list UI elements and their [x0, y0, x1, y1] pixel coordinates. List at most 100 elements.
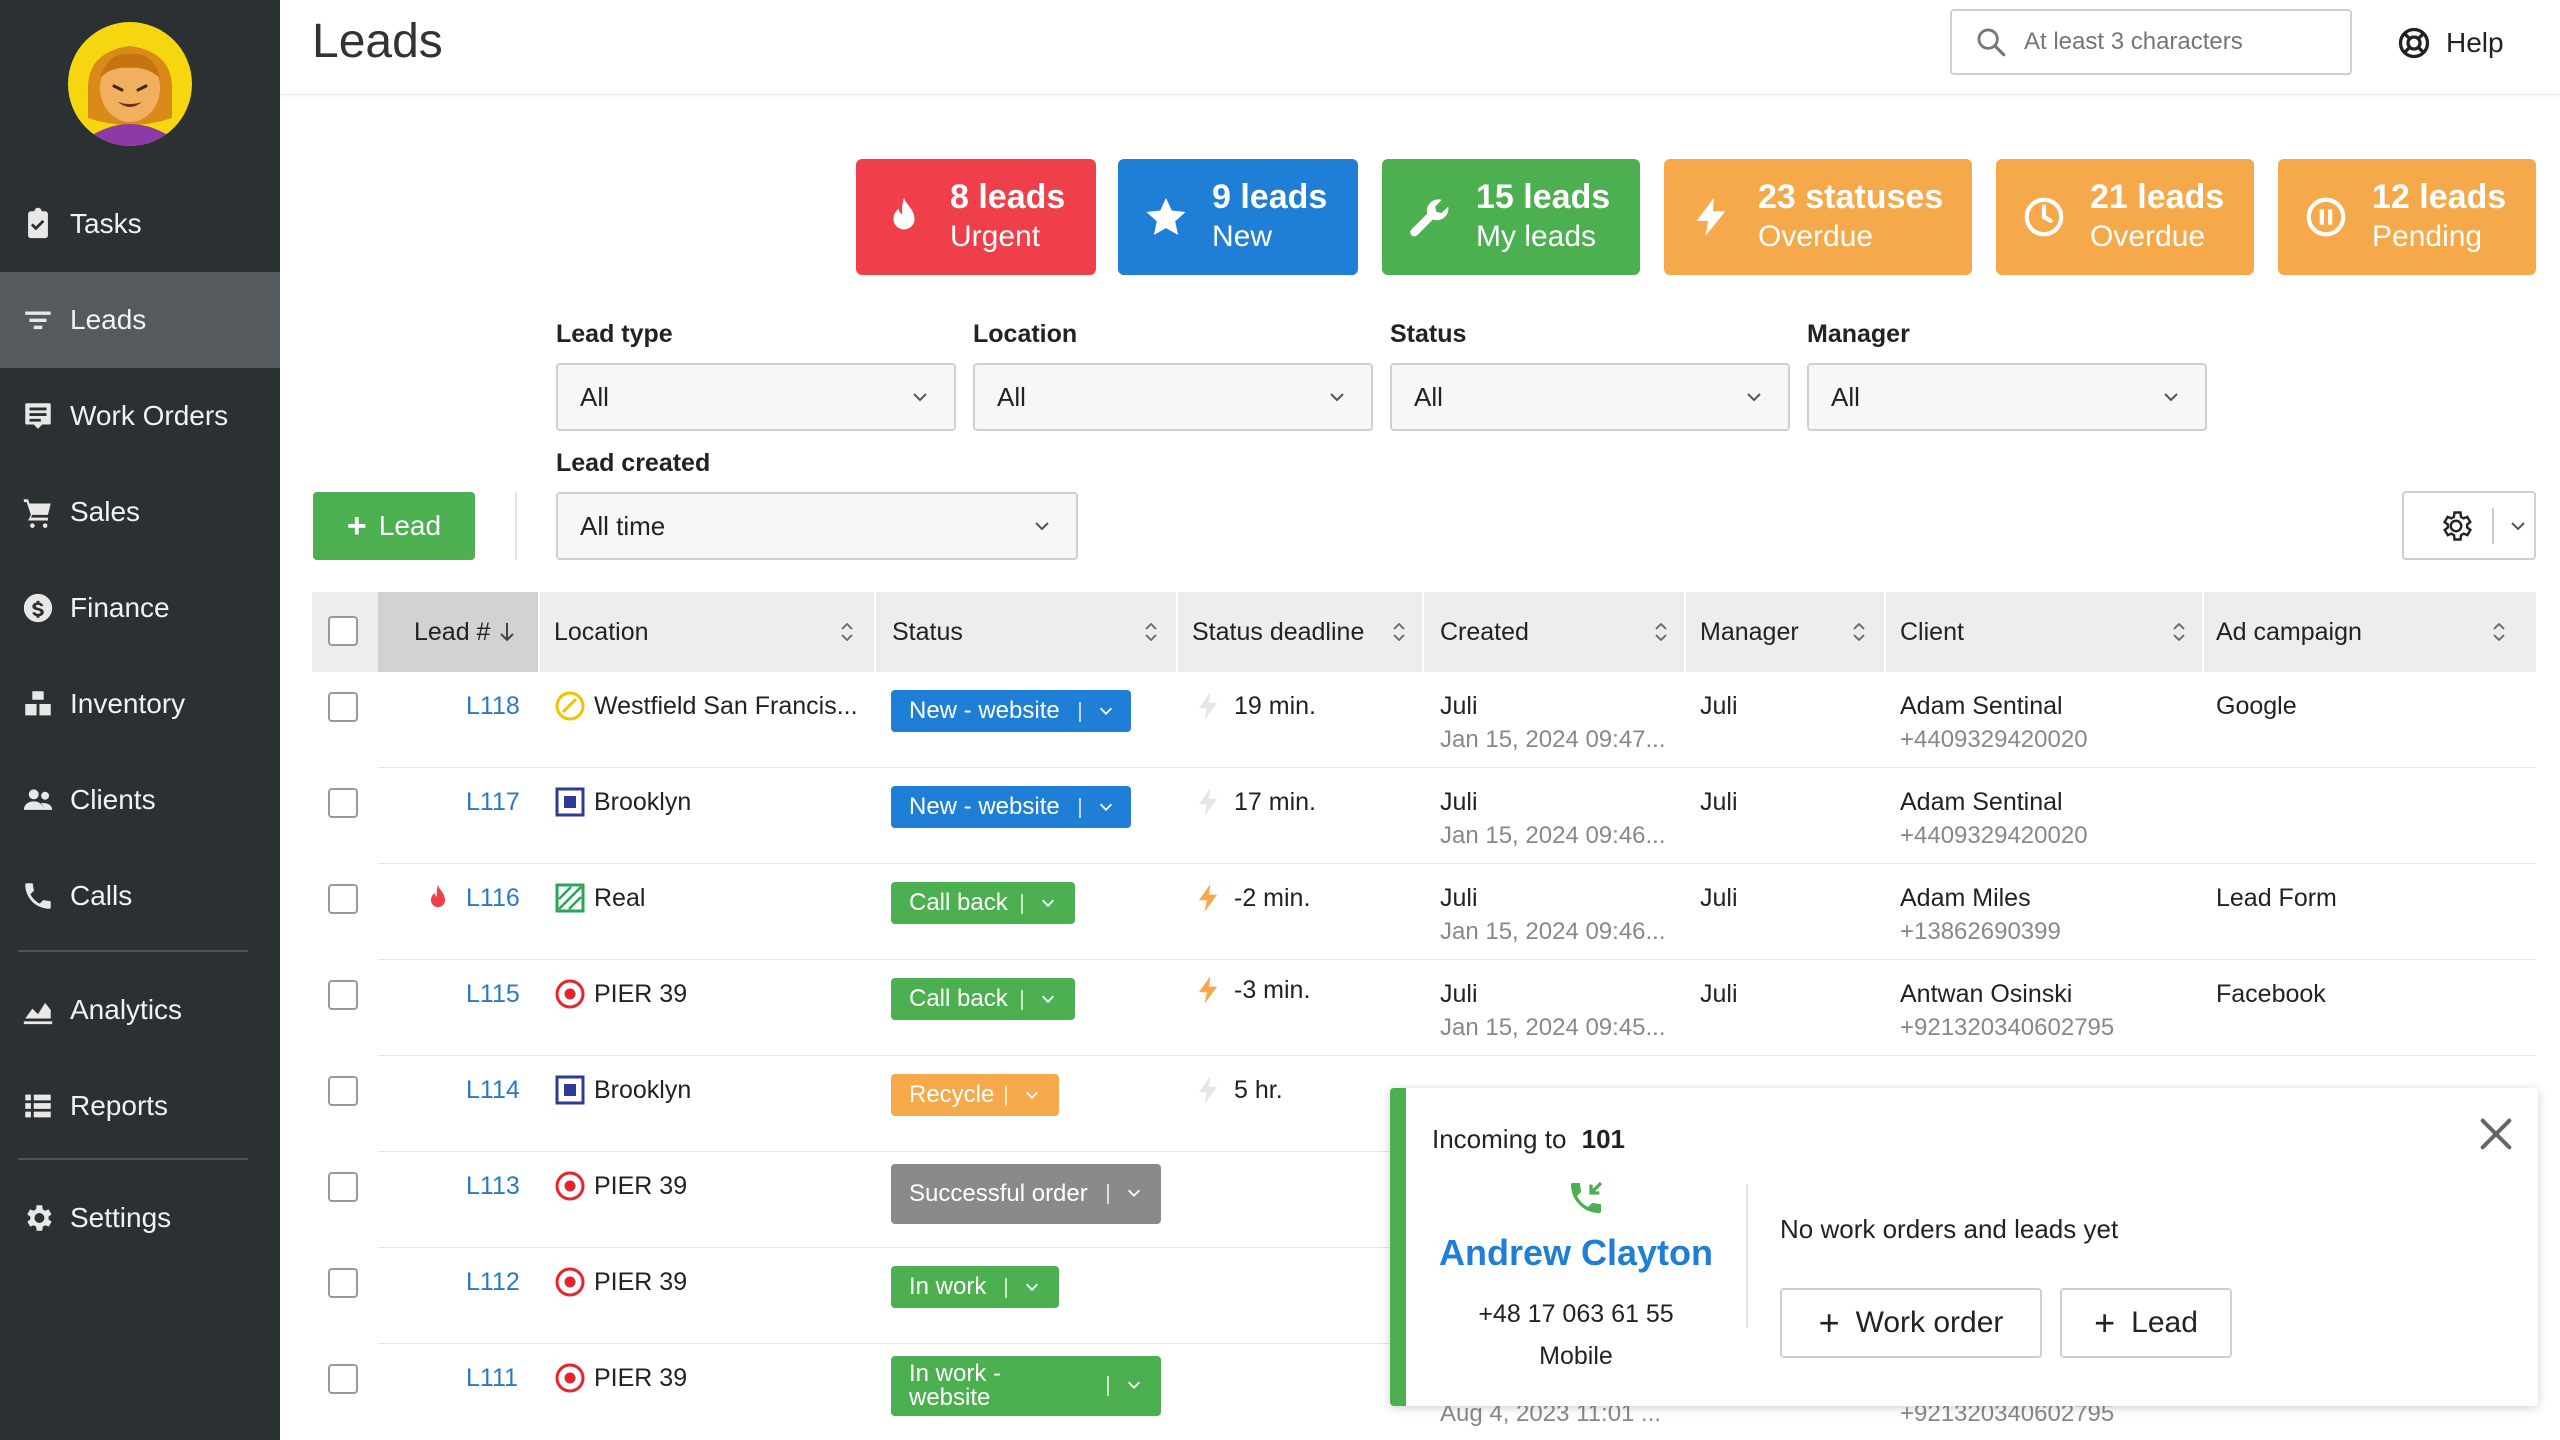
- status-badge[interactable]: Recycle: [891, 1074, 1059, 1116]
- client-name[interactable]: Adam Sentinal: [1900, 788, 2063, 817]
- sidebar-item-finance[interactable]: Finance: [0, 560, 280, 656]
- col-manager[interactable]: Manager: [1700, 592, 1882, 672]
- select-all-checkbox[interactable]: [328, 616, 358, 646]
- lead-id-link[interactable]: L111: [466, 1364, 518, 1393]
- column-separator: [538, 592, 540, 672]
- create-lead-button[interactable]: + Lead: [2060, 1288, 2232, 1358]
- sidebar-item-work-orders[interactable]: Work Orders: [0, 368, 280, 464]
- location-name: Westfield San Francis...: [594, 691, 858, 720]
- col-ad-campaign[interactable]: Ad campaign: [2216, 592, 2522, 672]
- caller-name-link[interactable]: Andrew Clayton: [1406, 1232, 1746, 1274]
- created-at: Jan 15, 2024 09:46...: [1440, 918, 1666, 945]
- clipboard-check-icon: [18, 204, 58, 244]
- status-badge[interactable]: In work - website: [891, 1356, 1161, 1416]
- sidebar-item-label: Settings: [70, 1202, 172, 1233]
- lead-type-select[interactable]: All: [556, 363, 956, 431]
- col-status-deadline[interactable]: Status deadline: [1192, 592, 1422, 672]
- location-name: PIER 39: [594, 1267, 688, 1296]
- lead-id-link[interactable]: L114: [466, 1076, 520, 1105]
- filter-label-lead-type: Lead type: [556, 320, 673, 348]
- row-checkbox[interactable]: [328, 788, 358, 818]
- filter-label-status: Status: [1390, 320, 1467, 348]
- lead-id-link[interactable]: L112: [466, 1268, 520, 1297]
- status-badge[interactable]: Successful order: [891, 1164, 1161, 1224]
- sidebar-item-label: Inventory: [70, 688, 186, 719]
- incoming-call-popup: Incoming to 101 Andrew Clayton +48 17 06…: [1390, 1088, 2538, 1406]
- status-badge[interactable]: New - website: [891, 786, 1131, 828]
- search-input[interactable]: [2024, 28, 2344, 56]
- search-box[interactable]: [1950, 9, 2352, 75]
- col-client[interactable]: Client: [1900, 592, 2202, 672]
- row-checkbox[interactable]: [328, 980, 358, 1010]
- row-checkbox[interactable]: [328, 1172, 358, 1202]
- lead-id-link[interactable]: L113: [466, 1172, 520, 1201]
- manager-name: Juli: [1700, 884, 1738, 912]
- top-header: Leads Help: [280, 0, 2560, 95]
- client-name[interactable]: Adam Sentinal: [1900, 692, 2063, 721]
- lead-id-link[interactable]: L117: [466, 788, 520, 817]
- manager-select[interactable]: All: [1807, 363, 2207, 431]
- chevron-down-icon: [1747, 393, 1761, 402]
- row-checkbox[interactable]: [328, 1076, 358, 1106]
- card-label: Overdue: [1758, 220, 1874, 253]
- table-row[interactable]: L115 PIER 39 Call back -3 min. Juli Jan …: [312, 960, 2536, 1056]
- card-my-leads[interactable]: 15 leads My leads: [1382, 159, 1640, 275]
- row-checkbox[interactable]: [328, 884, 358, 914]
- status-badge[interactable]: New - website: [891, 690, 1131, 732]
- user-avatar[interactable]: [68, 22, 192, 146]
- card-new-leads[interactable]: 9 leads New: [1118, 159, 1358, 275]
- status-badge[interactable]: In work: [891, 1266, 1059, 1308]
- sidebar-item-sales[interactable]: Sales: [0, 464, 280, 560]
- lead-created-select[interactable]: All time: [556, 492, 1078, 560]
- col-lead-number[interactable]: Lead #: [414, 592, 516, 672]
- search-icon: [1977, 28, 2006, 57]
- help-button[interactable]: Help: [2396, 22, 2504, 64]
- card-count: 9 leads: [1212, 178, 1328, 216]
- column-separator: [1422, 592, 1424, 672]
- card-urgent-leads[interactable]: 8 leads Urgent: [856, 159, 1096, 275]
- card-overdue-leads[interactable]: 21 leads Overdue: [1996, 159, 2254, 275]
- status-select[interactable]: All: [1390, 363, 1790, 431]
- sidebar-item-settings[interactable]: Settings: [0, 1170, 280, 1266]
- card-label: New: [1212, 220, 1273, 253]
- card-pending-leads[interactable]: 12 leads Pending: [2278, 159, 2536, 275]
- location-select[interactable]: All: [973, 363, 1373, 431]
- col-location[interactable]: Location: [554, 592, 870, 672]
- status-label: New - website: [909, 793, 1060, 820]
- lead-id-link[interactable]: L115: [466, 980, 520, 1009]
- col-created[interactable]: Created: [1440, 592, 1684, 672]
- lead-id-link[interactable]: L116: [466, 884, 520, 913]
- table-row[interactable]: L116 Real Call back -2 min. Juli Jan 15,…: [312, 864, 2536, 960]
- deadline-value: 17 min.: [1234, 787, 1316, 816]
- status-badge[interactable]: Call back: [891, 978, 1075, 1020]
- row-checkbox[interactable]: [328, 692, 358, 722]
- sidebar-item-label: Calls: [70, 880, 133, 911]
- create-work-order-button[interactable]: + Work order: [1780, 1288, 2042, 1358]
- page-title: Leads: [312, 15, 443, 68]
- table-row[interactable]: L118 Westfield San Francis... New - webs…: [312, 672, 2536, 768]
- add-lead-button[interactable]: + Lead: [313, 492, 475, 560]
- client-name[interactable]: Adam Miles: [1900, 884, 2031, 913]
- table-row[interactable]: L117 Brooklyn New - website 17 min. Juli…: [312, 768, 2536, 864]
- sidebar-item-calls[interactable]: Calls: [0, 848, 280, 944]
- sidebar-item-tasks[interactable]: Tasks: [0, 176, 280, 272]
- sidebar-item-clients[interactable]: Clients: [0, 752, 280, 848]
- client-name[interactable]: Antwan Osinski: [1900, 980, 2072, 1009]
- card-overdue-statuses[interactable]: 23 statuses Overdue: [1664, 159, 1972, 275]
- created-by: Juli: [1440, 692, 1478, 720]
- chevron-down-icon: [1127, 1381, 1141, 1389]
- row-checkbox[interactable]: [328, 1268, 358, 1298]
- lead-id-link[interactable]: L118: [466, 692, 520, 721]
- close-icon[interactable]: [2476, 1114, 2516, 1154]
- sidebar-item-inventory[interactable]: Inventory: [0, 656, 280, 752]
- avatar-face-icon: [87, 46, 173, 146]
- sidebar-item-analytics[interactable]: Analytics: [0, 962, 280, 1058]
- chevron-down-icon: [1127, 1189, 1141, 1197]
- sidebar-item-leads[interactable]: Leads: [0, 272, 280, 368]
- col-status[interactable]: Status: [892, 592, 1174, 672]
- status-badge[interactable]: Call back: [891, 882, 1075, 924]
- sidebar-item-reports[interactable]: Reports: [0, 1058, 280, 1154]
- list-icon: [18, 1086, 58, 1126]
- table-settings-button[interactable]: [2402, 491, 2536, 560]
- row-checkbox[interactable]: [328, 1364, 358, 1394]
